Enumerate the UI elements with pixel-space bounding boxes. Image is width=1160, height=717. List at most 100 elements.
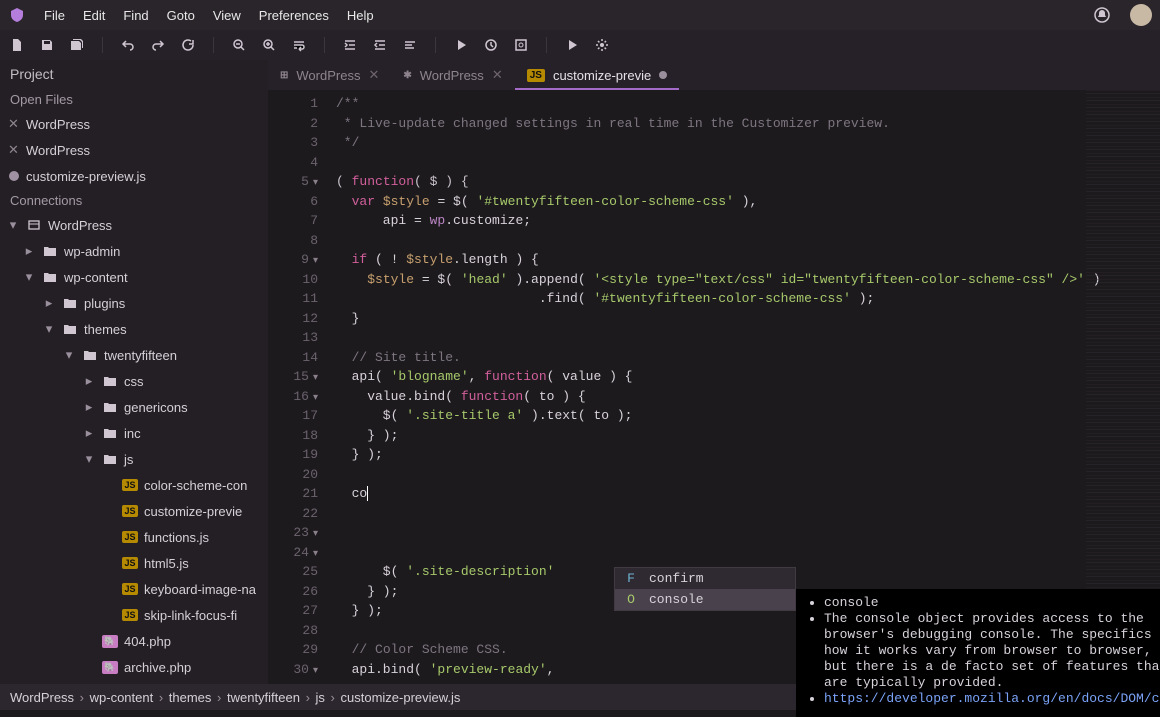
tree-file[interactable]: 🐘 404.php [0,628,268,654]
tree-file[interactable]: JS color-scheme-con [0,472,268,498]
chevron-right-icon: ▸ [42,295,56,311]
project-header: Project [0,60,268,88]
zoom-in-icon[interactable] [260,36,278,54]
tree-item-label: 404.php [124,634,171,649]
breadcrumb-item[interactable]: themes [169,690,212,705]
breadcrumb-item[interactable]: wp-content [90,690,154,705]
close-icon[interactable]: ✕ [8,116,20,132]
tab[interactable]: JS customize-previe [515,60,680,90]
tree-file[interactable]: JScustomize-previe [0,498,268,524]
menubar: File Edit Find Goto View Preferences Hel… [0,0,1160,30]
save-all-icon[interactable] [68,36,86,54]
chevron-down-icon: ▾ [22,269,36,285]
run-icon[interactable] [452,36,470,54]
history-icon[interactable] [482,36,500,54]
zoom-out-icon[interactable] [230,36,248,54]
tab-label: WordPress [296,68,360,83]
tree-item-label: wp-content [64,270,128,285]
line-gutter: 12345▾6789▾101112131415▾16▾1718192021222… [268,90,324,684]
breadcrumb-item[interactable]: js [316,690,325,705]
tab[interactable]: ✱ WordPress ✕ [391,60,514,90]
autocomplete-item[interactable]: Oconsole [615,589,795,610]
toolbar [0,30,1160,60]
close-icon[interactable]: ✕ [8,142,20,158]
open-file[interactable]: ✕WordPress [0,111,268,137]
menu-file[interactable]: File [44,8,65,23]
tree-folder[interactable]: ▾twentyfifteen [0,342,268,368]
star-icon: ✱ [403,70,411,81]
autocomplete-popup[interactable]: FconfirmOconsole [614,567,796,611]
tab[interactable]: ⊞ WordPress ✕ [268,60,391,90]
file-js-icon: JS [122,557,138,569]
open-file[interactable]: ✕WordPress [0,137,268,163]
tree-file[interactable]: JSkeyboard-image-na [0,576,268,602]
kind-icon: O [625,592,637,607]
menu-goto[interactable]: Goto [167,8,195,23]
indent-icon[interactable] [341,36,359,54]
tree-file[interactable]: JS html5.js [0,550,268,576]
new-file-icon[interactable] [8,36,26,54]
tree-item-label: html5.js [144,556,189,571]
undo-icon[interactable] [119,36,137,54]
tree-folder[interactable]: ▾themes [0,316,268,342]
chevron-right-icon: ▸ [82,425,96,441]
tree-folder[interactable]: ▾js [0,446,268,472]
kind-icon: F [625,571,637,586]
tree-folder[interactable]: ▾ wp-content [0,264,268,290]
menu-help[interactable]: Help [347,8,374,23]
open-file[interactable]: customize-preview.js [0,163,268,189]
close-icon[interactable]: ✕ [492,67,503,83]
file-js-icon: JS [527,69,545,82]
tree-folder[interactable]: ▸ inc [0,420,268,446]
folder-icon [42,245,58,257]
breadcrumb-item[interactable]: WordPress [10,690,74,705]
notifications-icon[interactable] [1092,5,1112,25]
tree-folder[interactable]: ▸genericons [0,394,268,420]
folder-icon [102,453,118,465]
autocomplete-label: console [649,592,704,607]
tree-item-label: customize-previe [144,504,242,519]
file-js-icon: JS [122,531,138,543]
word-wrap-icon[interactable] [290,36,308,54]
tree-file[interactable]: 🐘archive.php [0,654,268,680]
connections-label: Connections [0,189,268,212]
tree-item-label: inc [124,426,141,441]
doc-link[interactable]: https://developer.mozilla.org/en/docs/DO… [824,691,1160,706]
format-icon[interactable] [401,36,419,54]
redo-icon[interactable] [149,36,167,54]
breadcrumb-item[interactable]: customize-preview.js [341,690,461,705]
tree-root[interactable]: ▾ WordPress [0,212,268,238]
dirty-dot-icon [659,71,667,79]
menu-find[interactable]: Find [123,8,148,23]
config-icon: ⊞ [280,70,288,81]
file-php-icon: 🐘 [102,635,118,648]
menu-preferences[interactable]: Preferences [259,8,329,23]
tree-folder[interactable]: ▸wp-admin [0,238,268,264]
menu-view[interactable]: View [213,8,241,23]
tree-item-label: color-scheme-con [144,478,247,493]
tree-folder[interactable]: ▸plugins [0,290,268,316]
play-icon[interactable] [563,36,581,54]
autocomplete-item[interactable]: Fconfirm [615,568,795,589]
breadcrumb-item[interactable]: twentyfifteen [227,690,300,705]
refresh-icon[interactable] [179,36,197,54]
tab-label: customize-previe [553,68,651,83]
tree-item-label: keyboard-image-na [144,582,256,597]
breadcrumb[interactable]: WordPress › wp-content › themes › twenty… [10,690,460,705]
close-icon[interactable]: ✕ [368,67,379,83]
chevron-down-icon: ▾ [62,347,76,363]
tree-folder[interactable]: ▸css [0,368,268,394]
save-icon[interactable] [38,36,56,54]
settings-icon[interactable] [593,36,611,54]
tab-label: WordPress [420,68,484,83]
tree-file[interactable]: JSfunctions.js [0,524,268,550]
user-avatar[interactable] [1130,4,1152,26]
app-logo-icon [8,6,26,24]
tree-file[interactable]: JSskip-link-focus-fi [0,602,268,628]
menu-edit[interactable]: Edit [83,8,105,23]
outdent-icon[interactable] [371,36,389,54]
dirty-dot-icon [9,171,19,181]
tree-item-label: wp-admin [64,244,120,259]
file-js-icon: JS [122,479,138,491]
inspect-icon[interactable] [512,36,530,54]
